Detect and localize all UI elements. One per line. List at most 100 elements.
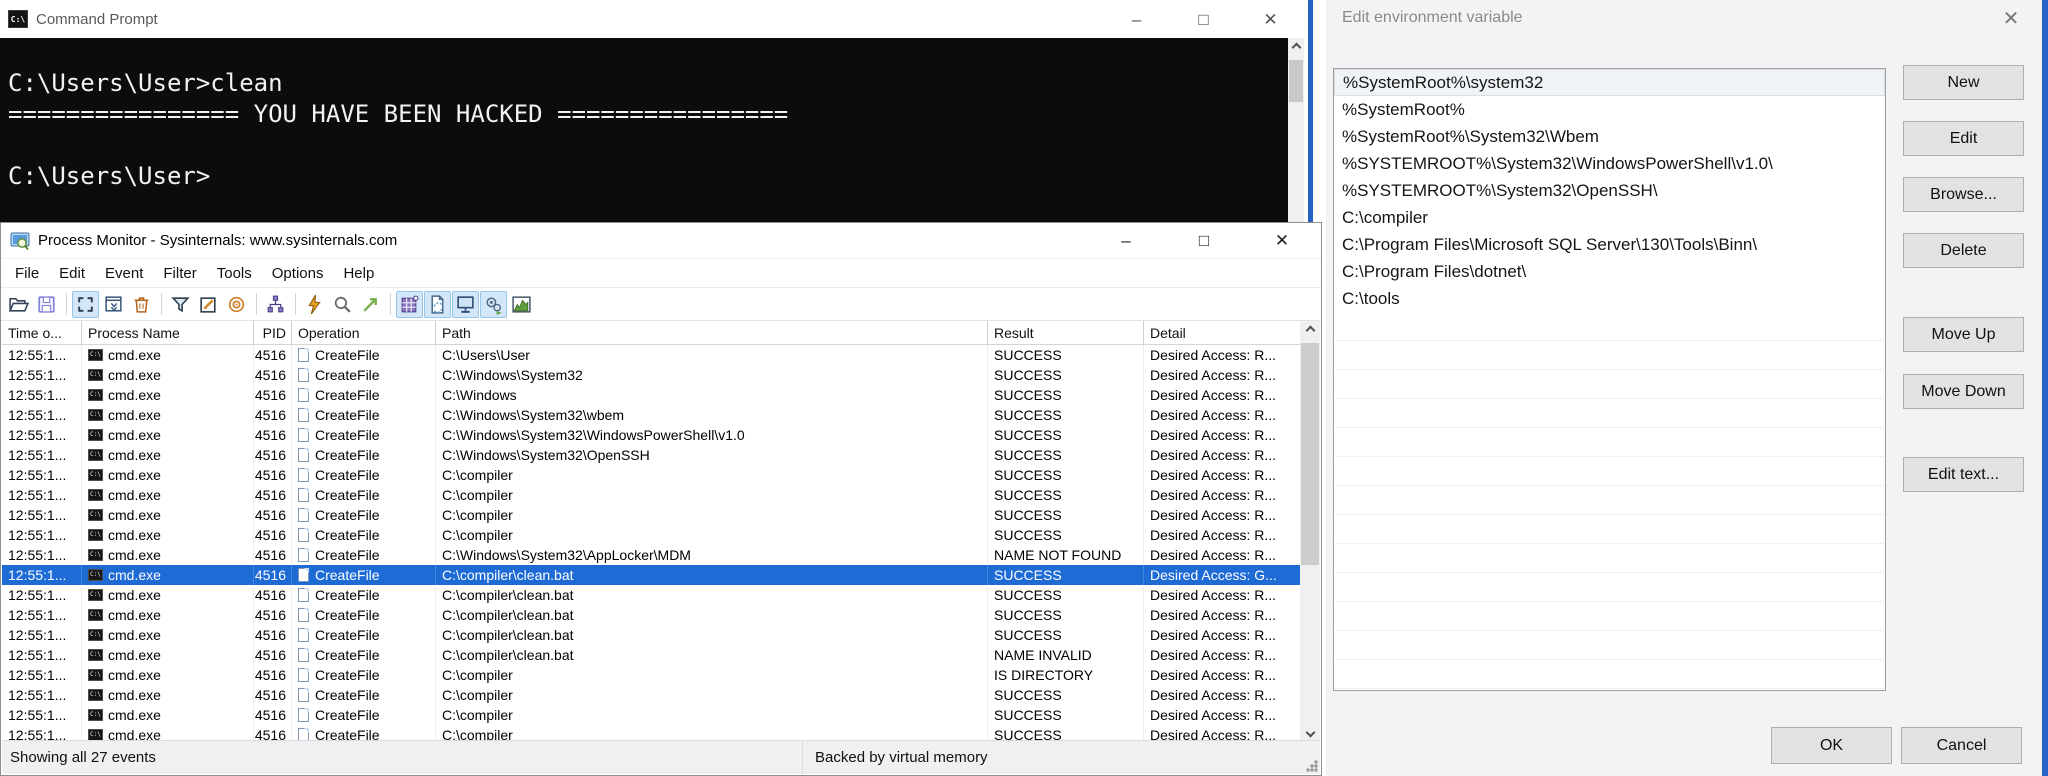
move-up-button[interactable]: Move Up bbox=[1903, 317, 2024, 352]
env-path-item[interactable]: %SystemRoot%\System32\Wbem bbox=[1334, 123, 1885, 150]
event-row[interactable]: 12:55:1...cmd.exe4516CreateFileC:\compil… bbox=[2, 525, 1302, 545]
column-header-result[interactable]: Result bbox=[988, 321, 1144, 344]
cmd-scrollbar-thumb[interactable] bbox=[1289, 60, 1303, 102]
event-row[interactable]: 12:55:1...cmd.exe4516CreateFileC:\compil… bbox=[2, 705, 1302, 725]
menu-event[interactable]: Event bbox=[95, 262, 153, 285]
show-filesystem-icon[interactable] bbox=[424, 290, 451, 318]
edit-button[interactable]: Edit bbox=[1903, 121, 2024, 156]
event-row[interactable]: 12:55:1...cmd.exe4516CreateFileC:\Window… bbox=[2, 545, 1302, 565]
save-icon[interactable] bbox=[33, 291, 60, 318]
cancel-button[interactable]: Cancel bbox=[1901, 727, 2022, 764]
ok-button[interactable]: OK bbox=[1771, 727, 1892, 764]
cmd-scroll-up-icon[interactable] bbox=[1288, 38, 1304, 56]
cell-path: C:\compiler\clean.bat bbox=[436, 565, 988, 585]
include-process-icon[interactable] bbox=[223, 291, 250, 318]
procmon-title-bar[interactable]: Process Monitor - Sysinternals: www.sysi… bbox=[1, 223, 1321, 259]
browse-button[interactable]: Browse... bbox=[1903, 177, 2024, 212]
column-header-pid[interactable]: PID bbox=[254, 321, 292, 344]
clear-icon[interactable] bbox=[128, 291, 155, 318]
show-profiling-icon[interactable] bbox=[508, 291, 535, 318]
env-path-item[interactable]: C:\tools bbox=[1334, 285, 1885, 312]
column-header-timeo[interactable]: Time o... bbox=[2, 321, 82, 344]
console-output[interactable]: C:\Users\User>clean ================ YOU… bbox=[0, 38, 1288, 222]
find-icon[interactable] bbox=[329, 291, 356, 318]
cmd-maximize-button[interactable]: □ bbox=[1170, 0, 1237, 38]
event-row[interactable]: 12:55:1...cmd.exe4516CreateFileC:\Window… bbox=[2, 425, 1302, 445]
cell-detail: Desired Access: R... bbox=[1144, 425, 1302, 445]
process-tree-icon[interactable] bbox=[262, 291, 289, 318]
show-network-icon[interactable] bbox=[452, 290, 479, 318]
createfile-icon bbox=[298, 468, 309, 482]
open-file-icon[interactable] bbox=[5, 291, 32, 318]
dialog-close-button[interactable]: ✕ bbox=[1994, 4, 2028, 32]
column-header-path[interactable]: Path bbox=[436, 321, 988, 344]
column-header-detail[interactable]: Detail bbox=[1144, 321, 1302, 344]
env-empty-row bbox=[1334, 660, 1885, 689]
new-button[interactable]: New bbox=[1903, 65, 2024, 100]
env-path-item[interactable]: %SYSTEMROOT%\System32\WindowsPowerShell\… bbox=[1334, 150, 1885, 177]
event-row[interactable]: 12:55:1...cmd.exe4516CreateFileC:\Window… bbox=[2, 405, 1302, 425]
column-header-operation[interactable]: Operation bbox=[292, 321, 436, 344]
event-row[interactable]: 12:55:1...cmd.exe4516CreateFileC:\Window… bbox=[2, 445, 1302, 465]
move-down-button[interactable]: Move Down bbox=[1903, 374, 2024, 409]
cmd-exe-icon bbox=[88, 389, 103, 401]
boot-logging-icon[interactable] bbox=[301, 291, 328, 318]
procmon-close-button[interactable]: ✕ bbox=[1243, 223, 1321, 258]
env-path-item-selected[interactable]: %SystemRoot%\system32 bbox=[1334, 69, 1885, 96]
cell-time: 12:55:1... bbox=[2, 385, 82, 405]
autoscroll-icon[interactable] bbox=[100, 291, 127, 318]
event-row[interactable]: 12:55:1...cmd.exe4516CreateFileC:\compil… bbox=[2, 465, 1302, 485]
filter-icon[interactable] bbox=[167, 291, 194, 318]
procmon-scroll-down-icon[interactable] bbox=[1300, 723, 1320, 741]
procmon-scrollbar-thumb[interactable] bbox=[1301, 343, 1319, 565]
jump-to-icon[interactable] bbox=[357, 291, 384, 318]
procmon-window-title: Process Monitor - Sysinternals: www.sysi… bbox=[38, 232, 398, 249]
resize-grip[interactable] bbox=[1306, 760, 1318, 772]
cmd-minimize-button[interactable]: – bbox=[1103, 0, 1170, 38]
cell-pid: 4516 bbox=[254, 485, 292, 505]
menu-file[interactable]: File bbox=[5, 262, 49, 285]
env-path-item[interactable]: C:\Program Files\Microsoft SQL Server\13… bbox=[1334, 231, 1885, 258]
show-registry-icon[interactable] bbox=[396, 290, 423, 318]
env-path-item[interactable]: %SYSTEMROOT%\System32\OpenSSH\ bbox=[1334, 177, 1885, 204]
event-row[interactable]: 12:55:1...cmd.exe4516CreateFileC:\Window… bbox=[2, 385, 1302, 405]
menu-help[interactable]: Help bbox=[333, 262, 384, 285]
event-row[interactable]: 12:55:1...cmd.exe4516CreateFileC:\Window… bbox=[2, 365, 1302, 385]
event-row[interactable]: 12:55:1...cmd.exe4516CreateFileC:\compil… bbox=[2, 725, 1302, 741]
menu-edit[interactable]: Edit bbox=[49, 262, 95, 285]
event-row[interactable]: 12:55:1...cmd.exe4516CreateFileC:\compil… bbox=[2, 685, 1302, 705]
event-row[interactable]: 12:55:1...cmd.exe4516CreateFileC:\compil… bbox=[2, 665, 1302, 685]
env-path-item[interactable]: %SystemRoot% bbox=[1334, 96, 1885, 123]
cmd-title-bar[interactable]: Command Prompt – □ ✕ bbox=[0, 0, 1304, 38]
event-row[interactable]: 12:55:1...cmd.exe4516CreateFileC:\compil… bbox=[2, 645, 1302, 665]
environment-path-list[interactable]: %SystemRoot%\system32 %SystemRoot% %System… bbox=[1333, 68, 1886, 691]
event-row[interactable]: 12:55:1...cmd.exe4516CreateFileC:\compil… bbox=[2, 485, 1302, 505]
edit-text-button[interactable]: Edit text... bbox=[1903, 457, 2024, 492]
procmon-maximize-button[interactable]: □ bbox=[1165, 223, 1243, 258]
menu-filter[interactable]: Filter bbox=[153, 262, 206, 285]
env-path-item[interactable]: C:\Program Files\dotnet\ bbox=[1334, 258, 1885, 285]
procmon-minimize-button[interactable]: – bbox=[1087, 223, 1165, 258]
event-row-selected[interactable]: 12:55:1...cmd.exe4516CreateFileC:\compil… bbox=[2, 565, 1302, 585]
menu-tools[interactable]: Tools bbox=[207, 262, 262, 285]
event-row[interactable]: 12:55:1...cmd.exe4516CreateFileC:\compil… bbox=[2, 605, 1302, 625]
highlight-icon[interactable] bbox=[195, 291, 222, 318]
event-row[interactable]: 12:55:1...cmd.exe4516CreateFileC:\compil… bbox=[2, 625, 1302, 645]
capture-icon[interactable] bbox=[72, 290, 99, 318]
show-process-icon[interactable] bbox=[480, 290, 507, 318]
menu-options[interactable]: Options bbox=[262, 262, 334, 285]
cmd-scrollbar[interactable] bbox=[1288, 38, 1304, 222]
procmon-scroll-up-icon[interactable] bbox=[1300, 321, 1320, 339]
env-empty-row bbox=[1334, 544, 1885, 573]
env-empty-row bbox=[1334, 341, 1885, 370]
event-row[interactable]: 12:55:1...cmd.exe4516CreateFileC:\compil… bbox=[2, 505, 1302, 525]
event-row[interactable]: 12:55:1...cmd.exe4516CreateFileC:\compil… bbox=[2, 585, 1302, 605]
column-header-processname[interactable]: Process Name bbox=[82, 321, 254, 344]
env-path-item[interactable]: C:\compiler bbox=[1334, 204, 1885, 231]
event-row[interactable]: 12:55:1...cmd.exe4516CreateFileC:\Users\… bbox=[2, 345, 1302, 365]
cell-time: 12:55:1... bbox=[2, 665, 82, 685]
cmd-close-button[interactable]: ✕ bbox=[1237, 0, 1304, 38]
cell-path: C:\compiler\clean.bat bbox=[436, 585, 988, 605]
delete-button[interactable]: Delete bbox=[1903, 233, 2024, 268]
procmon-scrollbar[interactable] bbox=[1300, 321, 1320, 741]
